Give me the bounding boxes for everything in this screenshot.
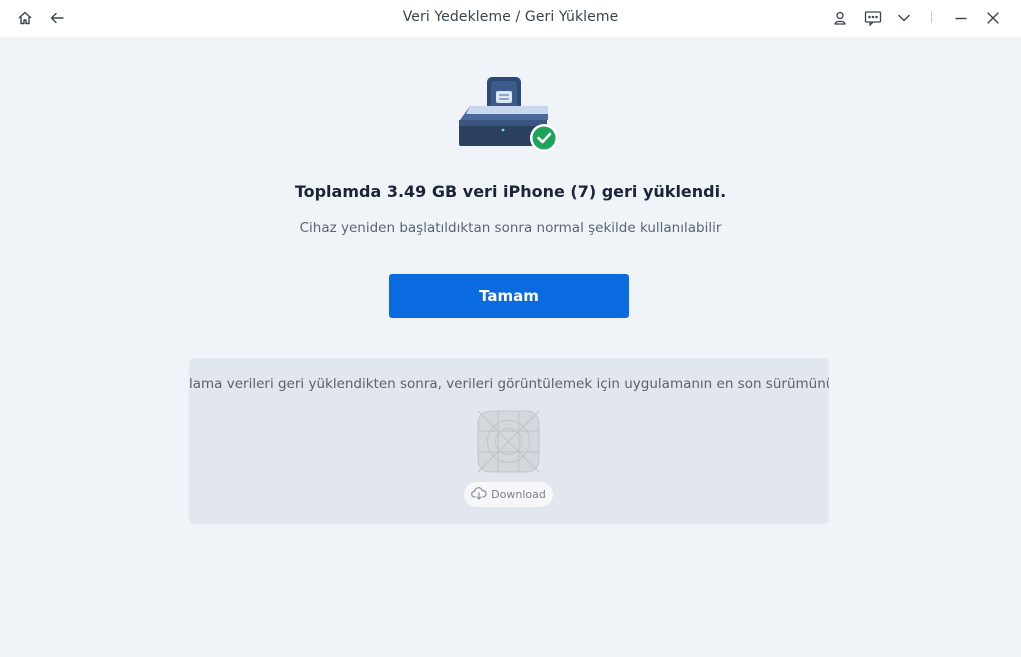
result-title: Toplamda 3.49 GB veri iPhone (7) geri yü…: [294, 182, 727, 201]
feedback-icon[interactable]: [863, 8, 883, 28]
account-icon[interactable]: [830, 8, 850, 28]
chevron-down-icon[interactable]: [894, 8, 914, 28]
download-button[interactable]: Download: [464, 482, 553, 507]
ok-button[interactable]: Tamam: [389, 274, 629, 318]
app-info-panel: lama verileri geri yüklendikten sonra, v…: [189, 358, 829, 524]
app-placeholder-icon: [477, 410, 540, 473]
close-icon[interactable]: [983, 8, 1003, 28]
download-label: Download: [491, 488, 546, 501]
title-bar-separator: [931, 11, 932, 23]
result-subtitle: Cihaz yeniden başlatıldıktan sonra norma…: [299, 220, 722, 236]
title-bar: Veri Yedekleme / Geri Yükleme: [0, 0, 1021, 37]
device-restore-illustration: [456, 74, 562, 156]
minimize-icon[interactable]: [951, 8, 971, 28]
cloud-download-icon: [471, 485, 487, 504]
info-marquee-text: lama verileri geri yüklendikten sonra, v…: [189, 376, 829, 392]
